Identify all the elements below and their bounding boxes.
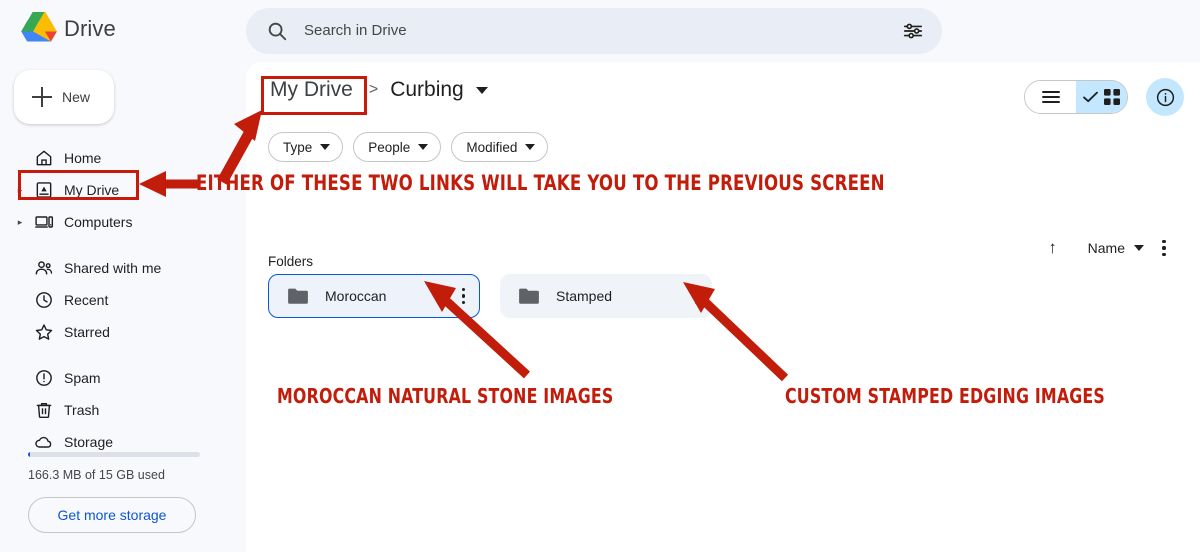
chevron-right-icon[interactable]: ▸ (14, 174, 26, 206)
chevron-down-icon[interactable] (475, 86, 488, 94)
clock-icon (36, 292, 52, 308)
filter-chip-label: Type (283, 139, 313, 155)
my-drive-icon (36, 182, 52, 198)
chevron-down-icon (525, 144, 536, 150)
trash-icon (36, 402, 52, 419)
home-icon (36, 150, 52, 166)
sidebar-item-trash[interactable]: Trash (8, 394, 230, 426)
sidebar-item-label: My Drive (64, 182, 120, 198)
spam-icon (36, 370, 52, 386)
sidebar-item-label: Home (64, 150, 102, 166)
folder-icon (519, 288, 539, 304)
sidebar-item-label: Computers (64, 214, 133, 230)
app-window: Drive Search in Drive New Home ▸ My Driv… (0, 0, 1200, 552)
new-button-label: New (62, 89, 91, 105)
sidebar-item-computers[interactable]: ▸ Computers (8, 206, 230, 238)
storage-usage-text: 166.3 MB of 15 GB used (28, 468, 165, 482)
breadcrumb-current-folder[interactable]: Curbing (390, 78, 464, 102)
filter-chip-modified[interactable]: Modified (451, 132, 549, 162)
chevron-down-icon (418, 144, 429, 150)
sidebar-item-label: Recent (64, 292, 109, 308)
folder-name: Moroccan (325, 288, 387, 304)
arrow-up-icon[interactable]: ↑ (1034, 238, 1072, 258)
sidebar-item-starred[interactable]: Starred (8, 316, 230, 348)
folder-grid: Moroccan Stamped (268, 274, 712, 318)
filter-chip-label: People (368, 139, 411, 155)
breadcrumb-separator-icon: > (368, 81, 379, 98)
grid-view-icon (1104, 89, 1120, 105)
sort-controls: ↑ Name (1034, 238, 1184, 258)
filter-chip-label: Modified (466, 139, 518, 155)
star-icon (35, 324, 53, 340)
chevron-right-icon[interactable]: ▸ (14, 206, 26, 238)
new-button[interactable]: New (14, 70, 114, 124)
info-icon (1156, 88, 1174, 106)
plus-icon (32, 87, 52, 107)
sidebar-item-spam[interactable]: Spam (8, 362, 230, 394)
cloud-icon (35, 436, 52, 448)
view-toggle (1024, 80, 1128, 114)
storage-progress-fill (28, 452, 30, 457)
list-view-button[interactable] (1025, 81, 1076, 113)
search-bar[interactable]: Search in Drive (246, 8, 942, 54)
section-label-folders: Folders (268, 254, 314, 269)
sidebar-item-label: Starred (64, 324, 110, 340)
people-icon (35, 261, 53, 275)
info-button[interactable] (1146, 78, 1184, 116)
check-icon (1083, 91, 1098, 103)
computers-icon (35, 216, 54, 228)
main-content: My Drive > Curbing Type People Modified (246, 62, 1200, 552)
app-title: Drive (64, 16, 116, 41)
folder-icon (288, 288, 308, 304)
breadcrumb: My Drive > Curbing (266, 76, 488, 104)
filter-chip-type[interactable]: Type (268, 132, 344, 162)
chevron-down-icon (320, 144, 331, 150)
filter-chip-row: Type People Modified (268, 132, 549, 162)
sidebar-item-home[interactable]: Home (8, 142, 230, 174)
search-icon (268, 22, 287, 41)
filter-chip-people[interactable]: People (353, 132, 442, 162)
sidebar-item-shared-with-me[interactable]: Shared with me (8, 252, 230, 284)
storage-progress-bar (28, 452, 200, 457)
search-input[interactable]: Search in Drive (304, 22, 407, 39)
sidebar-item-label: Shared with me (64, 260, 162, 276)
more-vertical-icon[interactable] (1144, 239, 1184, 257)
sidebar-item-label: Spam (64, 370, 101, 386)
sidebar: New Home ▸ My Drive ▸ Computers Shared w… (0, 62, 246, 552)
sidebar-item-my-drive[interactable]: ▸ My Drive (8, 174, 230, 206)
top-bar: Drive Search in Drive (0, 0, 1200, 62)
sort-field-label[interactable]: Name (1088, 240, 1125, 256)
chevron-down-icon[interactable] (1134, 245, 1144, 251)
get-more-storage-button[interactable]: Get more storage (28, 497, 196, 533)
folder-name: Stamped (556, 288, 613, 304)
google-drive-logo-icon (21, 12, 57, 42)
breadcrumb-root-my-drive[interactable]: My Drive (266, 76, 357, 104)
sidebar-item-label: Trash (64, 402, 100, 418)
folder-card-stamped[interactable]: Stamped (500, 274, 712, 318)
folder-more-vertical-icon[interactable] (694, 287, 698, 305)
sidebar-item-recent[interactable]: Recent (8, 284, 230, 316)
tune-icon[interactable] (902, 20, 924, 42)
grid-view-button[interactable] (1076, 81, 1127, 113)
list-view-icon (1041, 91, 1060, 103)
folder-more-vertical-icon[interactable] (461, 287, 465, 305)
folder-card-moroccan[interactable]: Moroccan (268, 274, 480, 318)
